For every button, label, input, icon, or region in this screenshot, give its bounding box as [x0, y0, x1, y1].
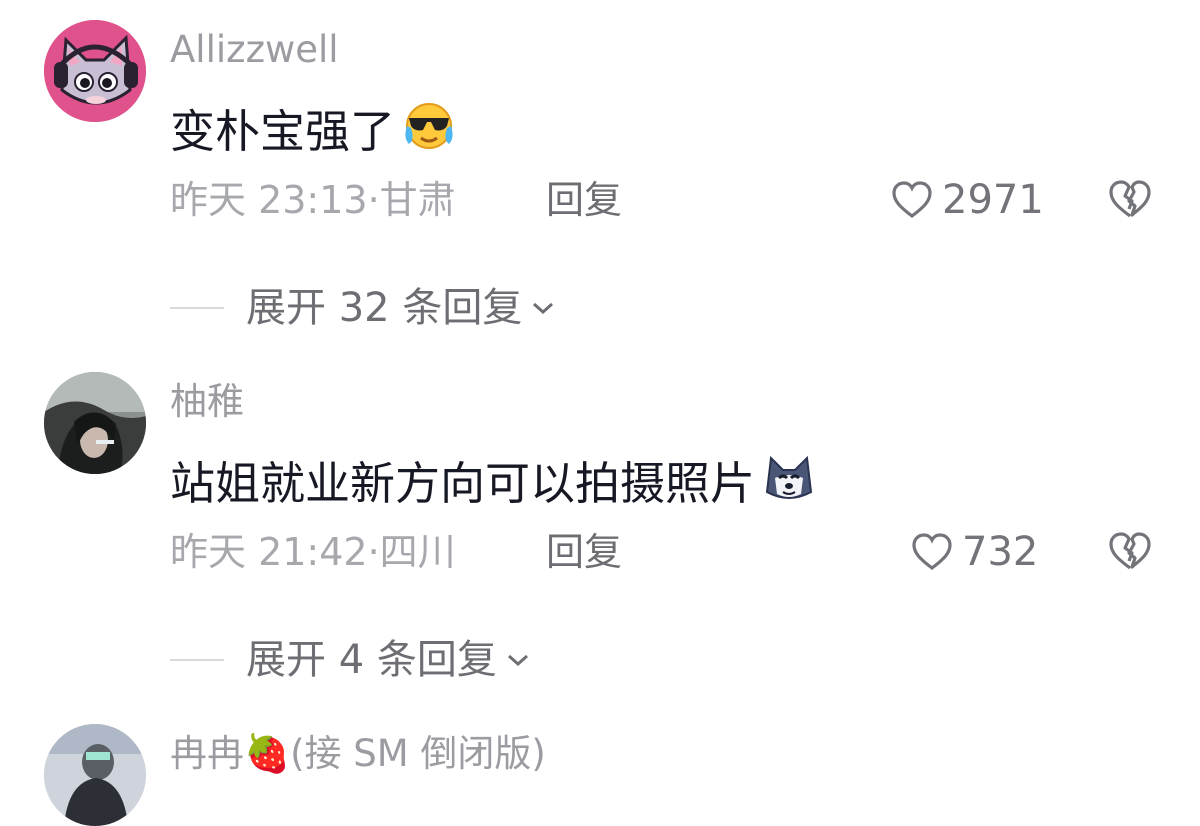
expand-replies-label: 展开 32 条回复	[246, 285, 523, 331]
like-count: 732	[962, 529, 1039, 575]
husky-dog-emoji-icon	[761, 452, 817, 515]
like-button[interactable]: 2971	[890, 176, 1044, 224]
user-photo-avatar-icon	[44, 724, 146, 826]
comment-meta: 昨天 23:13·甘肃	[170, 178, 456, 222]
user-photo-avatar-icon	[44, 372, 146, 474]
chevron-down-icon	[507, 654, 528, 667]
comment-meta: 昨天 21:42·四川	[170, 530, 456, 574]
chevron-down-icon	[533, 302, 554, 315]
dislike-button[interactable]	[1106, 176, 1154, 224]
broken-heart-icon	[1109, 532, 1151, 570]
dislike-button[interactable]	[1106, 528, 1154, 576]
username[interactable]: Allizzwell	[170, 28, 339, 72]
reply-button[interactable]: 回复	[546, 528, 622, 576]
username[interactable]: 柚稚	[170, 380, 244, 424]
cartoon-cat-avatar-icon	[44, 20, 146, 122]
cool-crying-emoji-icon	[401, 100, 457, 163]
expand-replies[interactable]: 展开 4 条回复	[170, 636, 531, 684]
avatar[interactable]	[44, 20, 146, 122]
avatar[interactable]	[44, 372, 146, 474]
expand-replies-label: 展开 4 条回复	[246, 637, 497, 683]
reply-button[interactable]: 回复	[546, 176, 622, 224]
like-button[interactable]: 732	[910, 528, 1038, 576]
avatar[interactable]	[44, 724, 146, 826]
comment-text: 变朴宝强了	[170, 104, 396, 158]
comment-text-row: 变朴宝强了	[170, 100, 457, 163]
like-count: 2971	[942, 177, 1044, 223]
broken-heart-icon	[1109, 180, 1151, 218]
divider-line	[170, 307, 224, 309]
username[interactable]: 冉冉🍓(接 SM 倒闭版)	[170, 732, 546, 776]
divider-line	[170, 659, 224, 661]
comment-text: 站姐就业新方向可以拍摄照片	[170, 456, 756, 510]
expand-replies[interactable]: 展开 32 条回复	[170, 284, 556, 332]
heart-icon	[912, 533, 952, 571]
heart-icon	[892, 181, 932, 219]
comment-text-row: 站姐就业新方向可以拍摄照片	[170, 452, 817, 515]
